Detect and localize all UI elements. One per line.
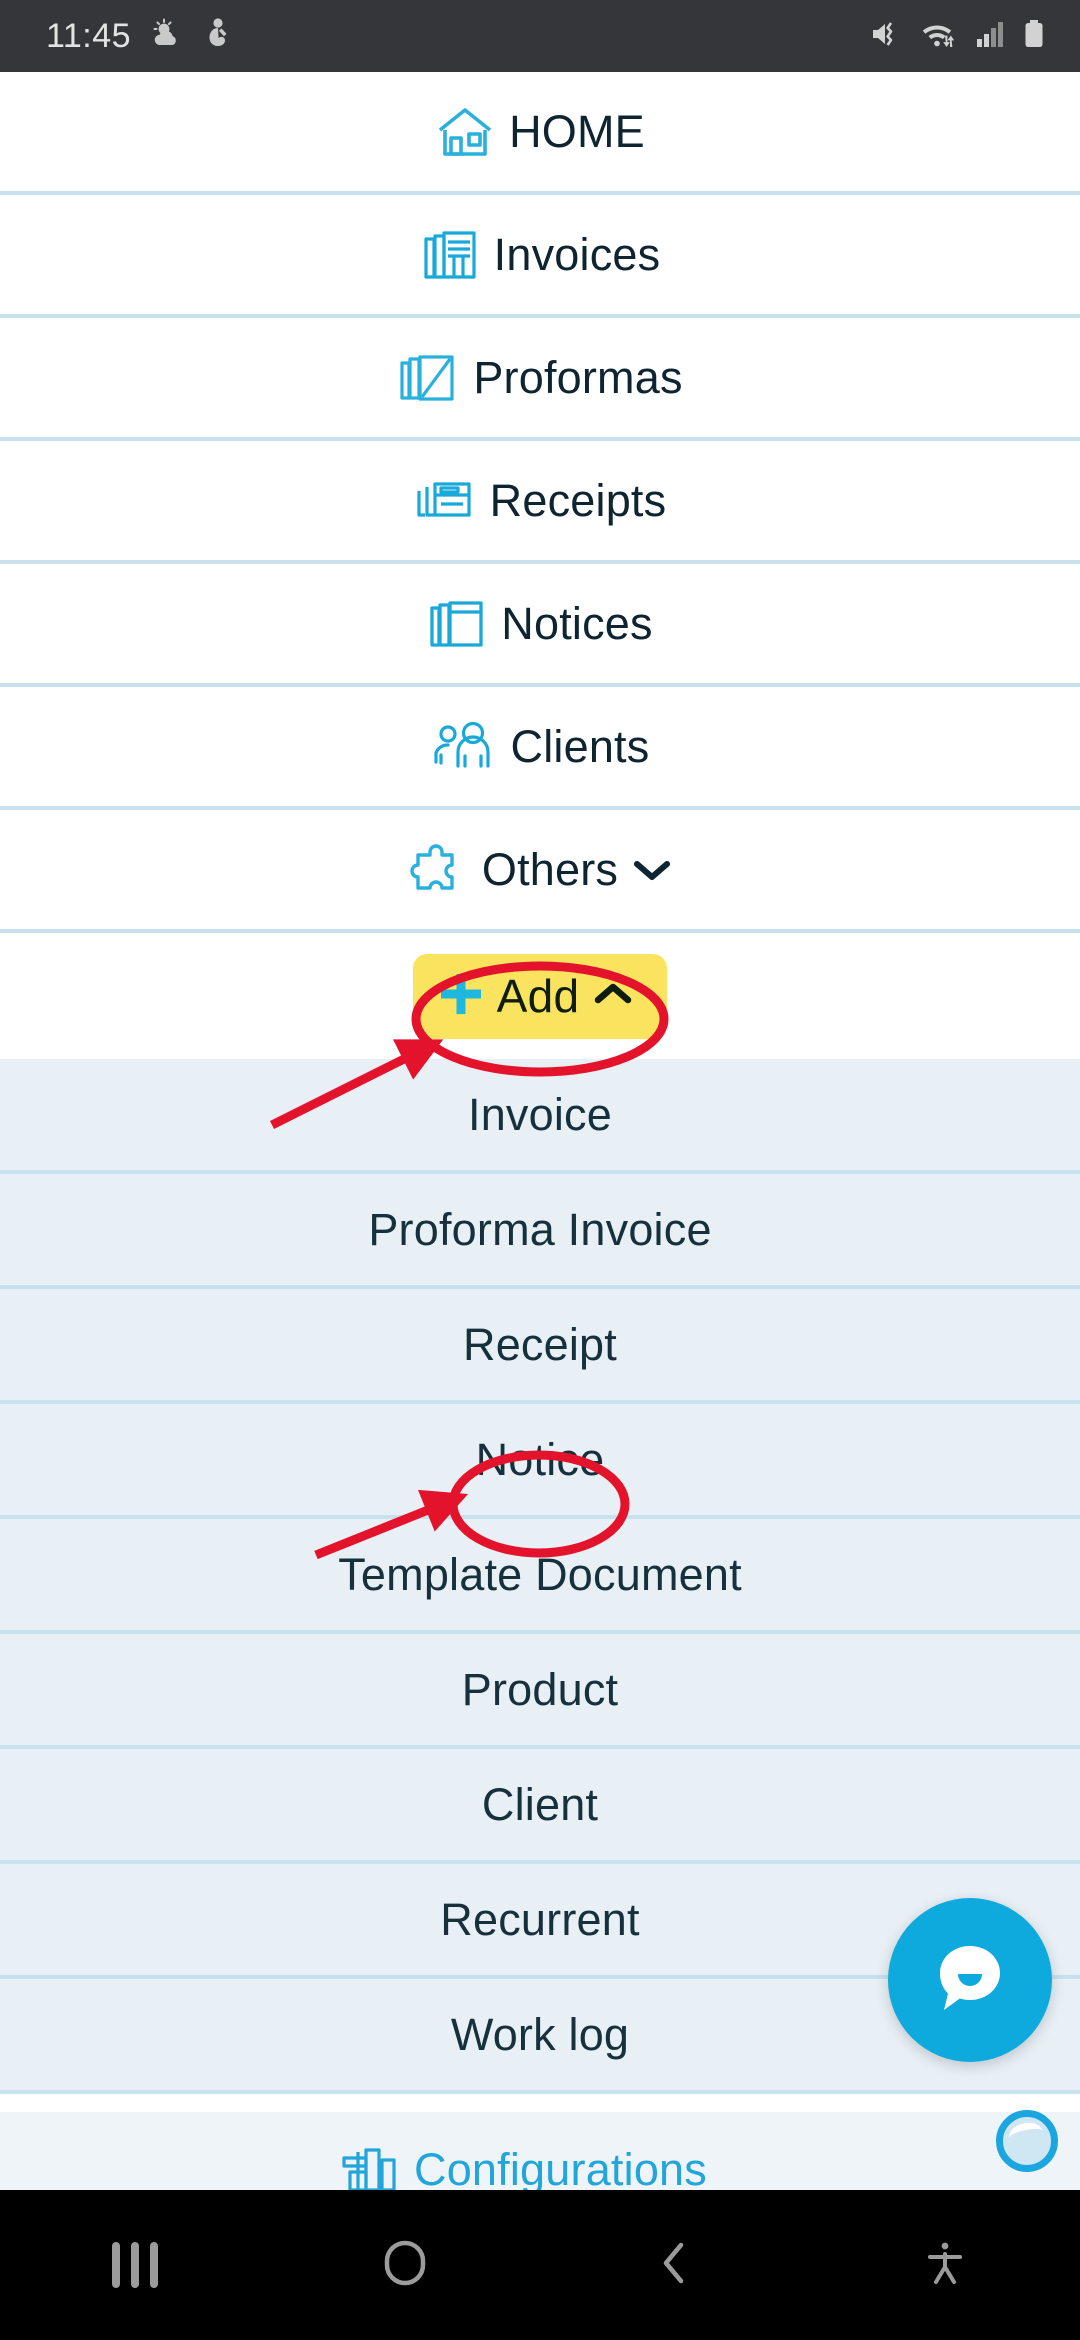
weather-partly-cloudy-icon [149, 17, 183, 56]
menu-item-receipts[interactable]: Receipts [0, 441, 1080, 564]
proformas-stack-icon [397, 350, 459, 406]
recents-bars-icon [112, 2242, 158, 2288]
submenu-item-notice[interactable]: Notice [0, 1404, 1080, 1519]
submenu-item-invoice[interactable]: Invoice [0, 1059, 1080, 1174]
submenu-item-label: Invoice [468, 1088, 612, 1140]
chat-widget-button[interactable] [888, 1898, 1052, 2062]
people-icon [431, 721, 497, 772]
home-circle-icon [379, 2237, 431, 2294]
status-bar: 11:45 [0, 0, 1080, 72]
submenu-item-label: Template Document [338, 1548, 742, 1600]
status-bar-clock: 11:45 [46, 16, 132, 55]
menu-item-home-label: HOME [509, 105, 645, 157]
status-bar-right [869, 17, 1046, 56]
mute-vibrate-icon [869, 17, 903, 56]
cellular-signal-icon [975, 17, 1005, 56]
configurations-icon [340, 2144, 398, 2190]
menu-item-configurations[interactable]: Configurations [0, 2112, 1080, 2190]
invoices-stack-icon [420, 227, 480, 283]
submenu-item-label: Work log [450, 2008, 630, 2060]
submenu-item-template-document[interactable]: Template Document [0, 1519, 1080, 1634]
submenu-item-receipt[interactable]: Receipt [0, 1289, 1080, 1404]
nav-back-button[interactable] [540, 2237, 810, 2294]
submenu-item-client[interactable]: Client [0, 1749, 1080, 1864]
accessibility-person-icon [922, 2237, 968, 2294]
plus-icon [435, 968, 487, 1025]
submenu-item-label: Recurrent [440, 1893, 640, 1945]
list-gap [0, 2094, 1080, 2112]
system-navigation-bar [0, 2190, 1080, 2340]
back-chevron-icon [653, 2237, 697, 2294]
nav-home-button[interactable] [270, 2237, 540, 2294]
menu-item-receipts-label: Receipts [489, 474, 667, 526]
menu-item-notices[interactable]: Notices [0, 564, 1080, 687]
nav-accessibility-button[interactable] [810, 2237, 1080, 2294]
menu-item-clients-label: Clients [510, 720, 650, 772]
person-activity-icon [201, 17, 231, 56]
menu-item-others[interactable]: Others [0, 810, 1080, 933]
chevron-down-icon[interactable] [632, 857, 672, 883]
status-bar-left: 11:45 [46, 17, 231, 56]
menu-item-notices-label: Notices [501, 597, 653, 649]
menu-item-proformas[interactable]: Proformas [0, 318, 1080, 441]
add-button[interactable]: Add [412, 953, 668, 1039]
menu-item-configurations-label: Configurations [414, 2143, 707, 2191]
submenu-item-label: Notice [475, 1433, 605, 1485]
submenu-item-label: Proforma Invoice [368, 1203, 712, 1255]
menu-item-invoices-label: Invoices [493, 228, 661, 280]
app-screen: HOME Invoices Proformas Receipts Notices… [0, 72, 1080, 2190]
puzzle-piece-icon [408, 843, 468, 896]
add-button-row[interactable]: Add [0, 933, 1080, 1059]
menu-item-home[interactable]: HOME [0, 72, 1080, 195]
notices-stack-icon [427, 596, 487, 652]
submenu-item-label: Product [461, 1663, 619, 1715]
receipts-stack-icon [414, 477, 476, 525]
menu-item-clients[interactable]: Clients [0, 687, 1080, 810]
menu-item-invoices[interactable]: Invoices [0, 195, 1080, 318]
chat-bubble-icon [924, 1932, 1016, 2029]
chevron-up-icon[interactable] [593, 981, 633, 1012]
nav-recents-button[interactable] [0, 2242, 270, 2288]
add-button-label: Add [496, 970, 580, 1022]
menu-item-others-label: Others [481, 843, 619, 895]
submenu-item-label: Receipt [463, 1318, 617, 1370]
chat-mini-icon[interactable] [996, 2110, 1058, 2172]
submenu-item-product[interactable]: Product [0, 1634, 1080, 1749]
submenu-item-proforma-invoice[interactable]: Proforma Invoice [0, 1174, 1080, 1289]
wifi-data-icon [920, 17, 958, 56]
house-icon [435, 104, 495, 160]
menu-item-proformas-label: Proformas [473, 351, 683, 403]
battery-icon [1022, 17, 1046, 56]
submenu-item-label: Client [481, 1778, 599, 1830]
